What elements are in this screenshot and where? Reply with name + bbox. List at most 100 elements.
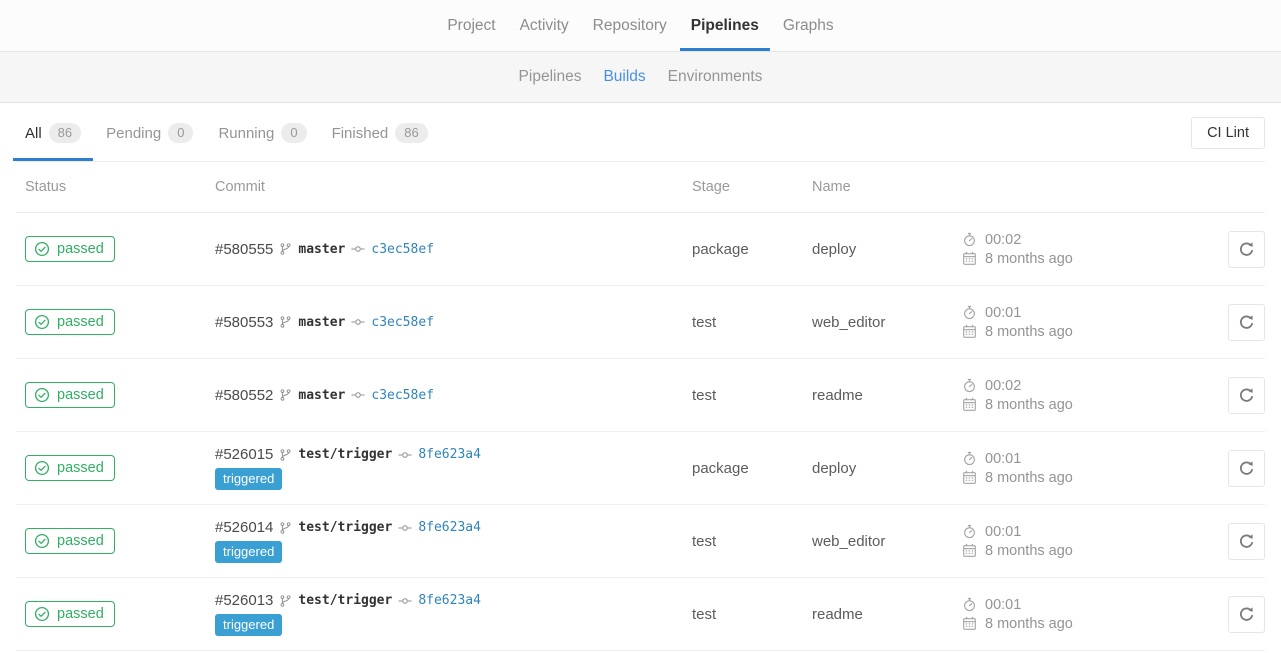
build-time-ago: 8 months ago: [985, 543, 1073, 559]
nav-item-pipelines[interactable]: Pipelines: [680, 0, 770, 51]
build-stage: test: [692, 606, 812, 623]
retry-icon: [1238, 241, 1255, 258]
check-circle-icon: [34, 606, 50, 622]
calendar-icon: [962, 397, 977, 412]
stopwatch-icon: [962, 305, 977, 320]
build-status-badge[interactable]: passed: [25, 236, 115, 262]
build-duration: 00:01: [985, 524, 1021, 540]
branch-icon: [279, 315, 292, 329]
retry-button[interactable]: [1228, 450, 1265, 487]
status-badge-label: passed: [57, 241, 104, 257]
build-name-link[interactable]: web_editor: [812, 314, 885, 331]
commit-icon: [351, 242, 365, 256]
builds-tabs-bar: All 86 Pending 0 Running 0 Finished 86 C…: [16, 103, 1265, 162]
branch-icon: [279, 521, 292, 535]
subnav-item-environments[interactable]: Environments: [657, 52, 774, 102]
tab-finished-count-badge: 86: [395, 123, 427, 143]
nav-item-project[interactable]: Project: [436, 0, 506, 51]
commit-icon: [351, 315, 365, 329]
branch-link[interactable]: master: [298, 242, 345, 257]
build-stage: test: [692, 314, 812, 331]
branch-link[interactable]: test/trigger: [298, 593, 392, 608]
stopwatch-icon: [962, 524, 977, 539]
nav-item-activity[interactable]: Activity: [509, 0, 580, 51]
build-id-link[interactable]: #580553: [215, 314, 273, 331]
build-name-link[interactable]: deploy: [812, 241, 856, 258]
retry-icon: [1238, 533, 1255, 550]
table-header: Status Commit Stage Name: [16, 162, 1265, 213]
calendar-icon: [962, 616, 977, 631]
retry-button[interactable]: [1228, 304, 1265, 341]
commit-hash-link[interactable]: 8fe623a4: [418, 593, 481, 608]
retry-button[interactable]: [1228, 596, 1265, 633]
status-badge-label: passed: [57, 460, 104, 476]
builds-content: All 86 Pending 0 Running 0 Finished 86 C…: [0, 103, 1281, 651]
build-duration: 00:02: [985, 378, 1021, 394]
build-status-badge[interactable]: passed: [25, 382, 115, 408]
commit-hash-link[interactable]: 8fe623a4: [418, 520, 481, 535]
build-id-link[interactable]: #526013: [215, 592, 273, 609]
build-name-link[interactable]: deploy: [812, 460, 856, 477]
tab-pending[interactable]: Pending 0: [94, 117, 205, 161]
ci-lint-button[interactable]: CI Lint: [1191, 117, 1265, 149]
table-row: passed #580553 master: [16, 286, 1265, 359]
check-circle-icon: [34, 387, 50, 403]
check-circle-icon: [34, 241, 50, 257]
subnav-item-pipelines[interactable]: Pipelines: [508, 52, 593, 102]
retry-button[interactable]: [1228, 377, 1265, 414]
subnav-item-builds[interactable]: Builds: [592, 52, 656, 102]
stopwatch-icon: [962, 451, 977, 466]
commit-hash-link[interactable]: c3ec58ef: [371, 315, 434, 330]
build-name-link[interactable]: web_editor: [812, 533, 885, 550]
stopwatch-icon: [962, 378, 977, 393]
nav-item-repository[interactable]: Repository: [582, 0, 678, 51]
build-name-link[interactable]: readme: [812, 387, 863, 404]
build-status-badge[interactable]: passed: [25, 528, 115, 554]
commit-hash-link[interactable]: 8fe623a4: [418, 447, 481, 462]
builds-table: Status Commit Stage Name passed #5805: [16, 162, 1265, 651]
build-name-link[interactable]: readme: [812, 606, 863, 623]
status-badge-label: passed: [57, 606, 104, 622]
build-status-badge[interactable]: passed: [25, 601, 115, 627]
nav-item-graphs[interactable]: Graphs: [772, 0, 845, 51]
build-id-link[interactable]: #526015: [215, 446, 273, 463]
header-name: Name: [812, 179, 962, 195]
build-duration: 00:01: [985, 597, 1021, 613]
tab-all[interactable]: All 86: [13, 117, 93, 161]
table-row: passed #526014 test/trigger: [16, 505, 1265, 578]
branch-link[interactable]: master: [298, 388, 345, 403]
build-stage: test: [692, 533, 812, 550]
status-badge-label: passed: [57, 387, 104, 403]
branch-link[interactable]: test/trigger: [298, 447, 392, 462]
build-duration: 00:02: [985, 232, 1021, 248]
retry-button[interactable]: [1228, 231, 1265, 268]
retry-icon: [1238, 460, 1255, 477]
commit-icon: [351, 388, 365, 402]
build-duration: 00:01: [985, 305, 1021, 321]
build-status-badge[interactable]: passed: [25, 455, 115, 481]
retry-icon: [1238, 606, 1255, 623]
table-row: passed #580552 master: [16, 359, 1265, 432]
build-id-link[interactable]: #580555: [215, 241, 273, 258]
tab-running-label: Running: [218, 125, 274, 142]
build-status-badge[interactable]: passed: [25, 309, 115, 335]
retry-button[interactable]: [1228, 523, 1265, 560]
tab-all-count-badge: 86: [49, 123, 81, 143]
branch-link[interactable]: test/trigger: [298, 520, 392, 535]
pipelines-sub-nav: Pipelines Builds Environments: [0, 52, 1281, 103]
build-id-link[interactable]: #526014: [215, 519, 273, 536]
build-id-link[interactable]: #580552: [215, 387, 273, 404]
commit-hash-link[interactable]: c3ec58ef: [371, 242, 434, 257]
table-body: passed #580555 master: [16, 213, 1265, 651]
commit-hash-link[interactable]: c3ec58ef: [371, 388, 434, 403]
branch-link[interactable]: master: [298, 315, 345, 330]
stopwatch-icon: [962, 232, 977, 247]
calendar-icon: [962, 324, 977, 339]
tab-finished-label: Finished: [332, 125, 389, 142]
header-stage: Stage: [692, 179, 812, 195]
header-status: Status: [16, 179, 215, 195]
tab-running[interactable]: Running 0: [206, 117, 318, 161]
check-circle-icon: [34, 314, 50, 330]
stopwatch-icon: [962, 597, 977, 612]
tab-finished[interactable]: Finished 86: [320, 117, 440, 161]
